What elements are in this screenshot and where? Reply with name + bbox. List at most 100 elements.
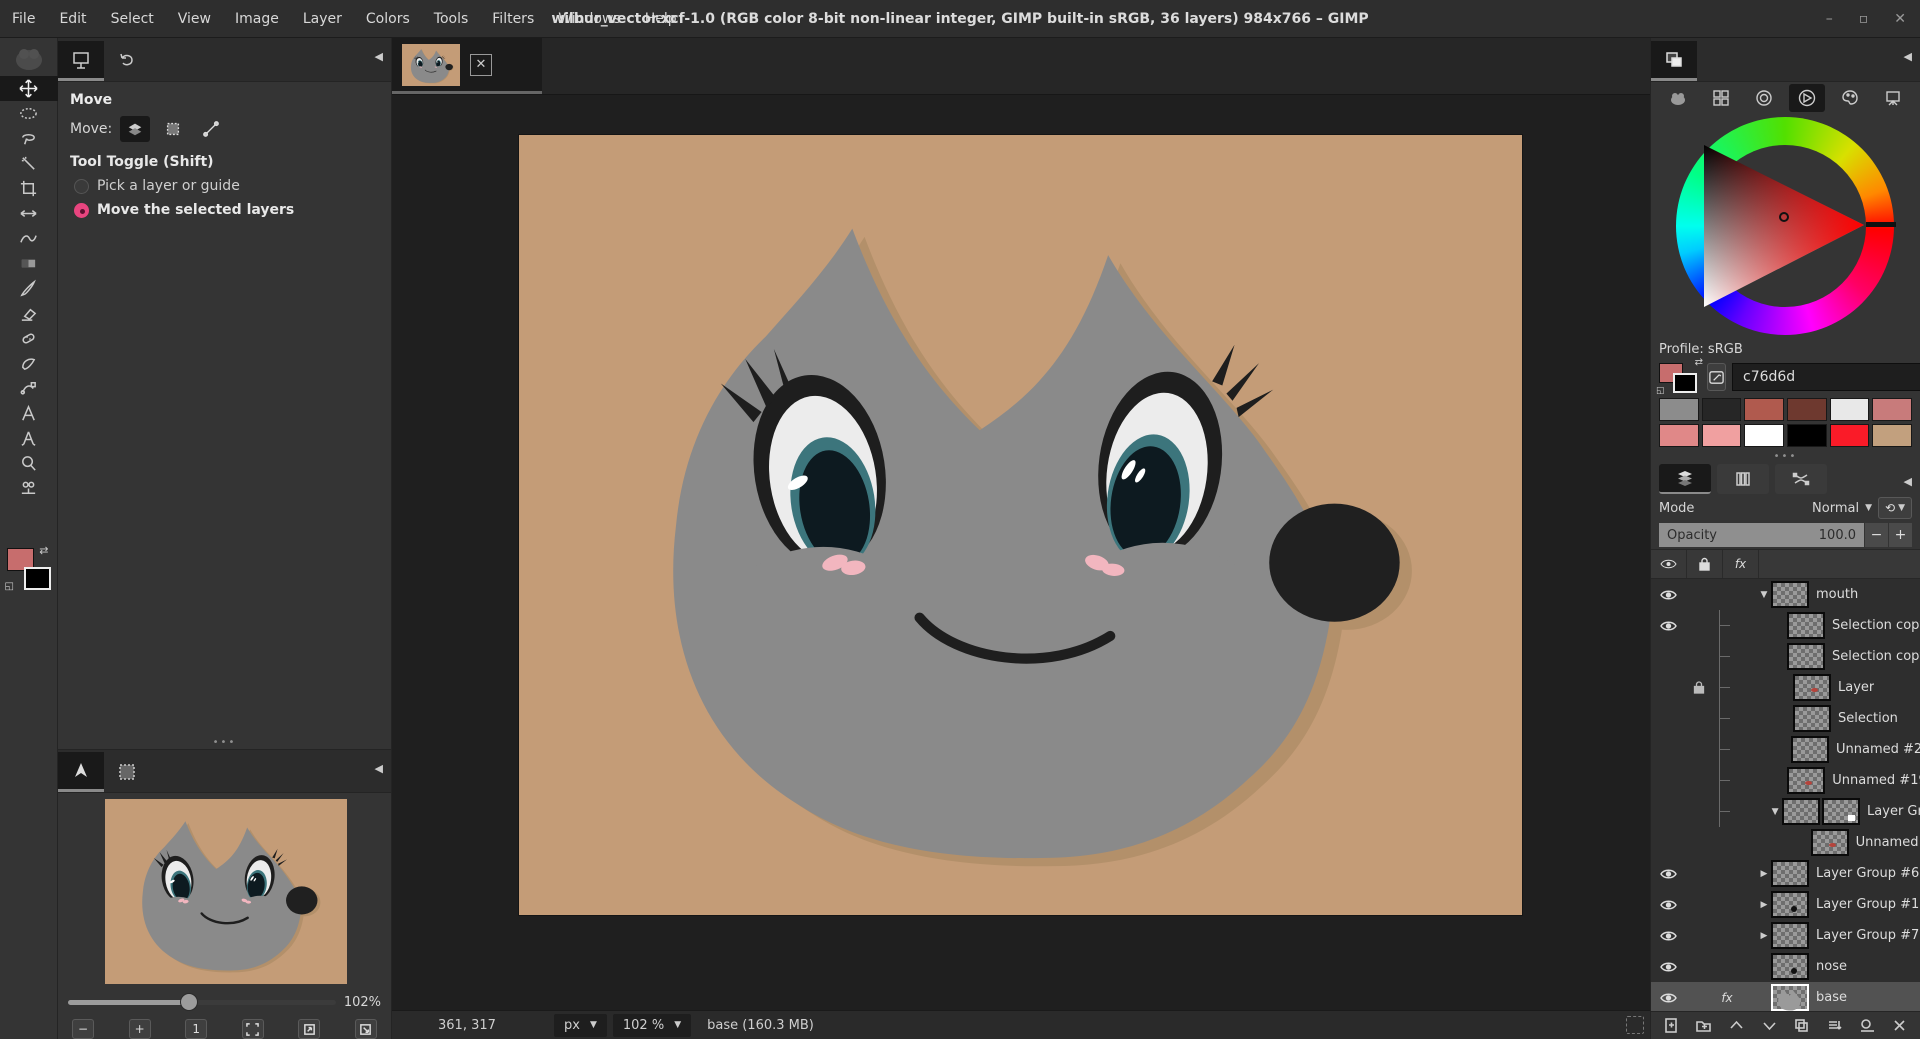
visibility-eye-icon[interactable]	[1651, 992, 1685, 1004]
zoom-100-button[interactable]: 1	[185, 1019, 207, 1039]
tab-paths[interactable]	[1775, 464, 1827, 494]
background-color[interactable]	[24, 567, 51, 590]
new-group-button[interactable]	[1691, 1014, 1717, 1038]
tool-zoom[interactable]	[0, 451, 58, 476]
dock-resize-handle[interactable]: •••	[58, 737, 391, 749]
tab-pointer[interactable]	[58, 752, 104, 792]
zoom-out-button[interactable]: −	[72, 1019, 94, 1039]
new-layer-button[interactable]	[1658, 1014, 1684, 1038]
dock-resize-handle[interactable]: •••	[1651, 451, 1920, 463]
maximize-button[interactable]: ▫	[1859, 11, 1869, 27]
tab-fg-bg-color[interactable]	[1651, 41, 1697, 81]
history-swatch[interactable]	[1787, 398, 1827, 421]
menu-image[interactable]: Image	[223, 2, 291, 36]
fit-image-button[interactable]	[242, 1019, 264, 1039]
layer-thumbnail[interactable]	[1793, 674, 1831, 701]
zoom-dropdown[interactable]: 102 %▼	[613, 1014, 691, 1037]
layer-thumbnail[interactable]	[1771, 860, 1809, 887]
layer-thumbnail[interactable]	[1771, 891, 1809, 918]
layer-thumbnail[interactable]	[1771, 953, 1809, 980]
history-swatch[interactable]	[1872, 424, 1912, 447]
delete-layer-button[interactable]	[1887, 1014, 1913, 1038]
radio-move-selected[interactable]	[74, 203, 89, 218]
close-image-icon[interactable]: ✕	[470, 54, 492, 76]
canvas-viewport[interactable]	[392, 95, 1650, 1010]
add-mask-button[interactable]	[1854, 1014, 1880, 1038]
menu-file[interactable]: File	[0, 2, 47, 36]
shrink-wrap-button[interactable]	[355, 1019, 377, 1039]
image-tab[interactable]: ✕	[392, 38, 542, 94]
layer-row-unnamed-19[interactable]: Unnamed #19	[1651, 765, 1920, 796]
visibility-eye-icon[interactable]	[1651, 868, 1685, 880]
tool-fuzzy-select[interactable]	[0, 151, 58, 176]
collapse-layers-dock-icon[interactable]: ◀	[1904, 475, 1912, 488]
tool-gradient[interactable]	[0, 251, 58, 276]
mode-value[interactable]: Normal	[1812, 501, 1859, 516]
tool-text[interactable]	[0, 401, 58, 426]
history-swatch[interactable]	[1787, 424, 1827, 447]
layer-thumbnail[interactable]	[1782, 798, 1820, 825]
gimp-selector-icon[interactable]	[1660, 84, 1696, 112]
easel-selector-icon[interactable]	[1875, 84, 1911, 112]
tool-crop[interactable]	[0, 176, 58, 201]
swap-colors-icon[interactable]: ⇄	[39, 544, 48, 557]
foreground-background-swatches[interactable]: ⇄ ◱	[7, 546, 51, 590]
layer-row-selection-copy-1[interactable]: Selection copy	[1651, 610, 1920, 641]
fill-window-button[interactable]	[298, 1019, 320, 1039]
history-swatch[interactable]	[1872, 398, 1912, 421]
opacity-increase-button[interactable]: +	[1888, 523, 1912, 547]
hex-color-input[interactable]	[1732, 363, 1920, 391]
palette-selector-icon[interactable]	[1832, 84, 1868, 112]
visibility-eye-icon[interactable]	[1651, 899, 1685, 911]
layer-row-unnamed-2[interactable]: Unnamed #2	[1651, 734, 1920, 765]
history-swatch[interactable]	[1744, 424, 1784, 447]
layer-row-base[interactable]: fx base	[1651, 982, 1920, 1011]
layer-thumbnail[interactable]	[1771, 581, 1809, 608]
tool-paintbrush[interactable]	[0, 276, 58, 301]
close-button[interactable]: ✕	[1894, 11, 1906, 27]
tool-free-select[interactable]	[0, 126, 58, 151]
collapse-left-dock-icon[interactable]: ◀	[375, 50, 383, 63]
tab-undo-history[interactable]	[104, 41, 150, 81]
layer-row-layer-group-7[interactable]: ▶ Layer Group #7	[1651, 920, 1920, 951]
layer-thumbnail[interactable]	[1787, 612, 1825, 639]
color-wheel[interactable]	[1651, 114, 1920, 340]
layer-thumbnail[interactable]	[1787, 643, 1825, 670]
tab-channels[interactable]	[1717, 464, 1769, 494]
layer-row-selection-copy-2[interactable]: Selection copy	[1651, 641, 1920, 672]
tool-clone[interactable]	[0, 326, 58, 351]
unit-dropdown[interactable]: px▼	[554, 1014, 607, 1037]
history-swatch[interactable]	[1659, 398, 1699, 421]
layer-thumbnail[interactable]	[1771, 922, 1809, 949]
menu-colors[interactable]: Colors	[354, 2, 422, 36]
alpha-lock-icon[interactable]	[1685, 681, 1713, 694]
opacity-slider[interactable]: Opacity 100.0 − +	[1659, 523, 1912, 547]
move-layer-button[interactable]	[120, 116, 150, 142]
menu-filters[interactable]: Filters	[480, 2, 546, 36]
layer-row-selection[interactable]: Selection	[1651, 703, 1920, 734]
background-swatch[interactable]	[1673, 373, 1697, 393]
menu-windows[interactable]: Windows	[546, 2, 633, 36]
layer-thumbnail[interactable]	[1787, 767, 1825, 794]
swap-colors-icon[interactable]: ⇄	[1695, 357, 1703, 368]
collapse-nav-dock-icon[interactable]: ◀	[375, 762, 383, 775]
visibility-eye-icon[interactable]	[1651, 589, 1685, 601]
lower-layer-button[interactable]	[1756, 1014, 1782, 1038]
menu-layer[interactable]: Layer	[291, 2, 354, 36]
layer-thumbnail[interactable]	[1771, 984, 1809, 1011]
menu-select[interactable]: Select	[99, 2, 166, 36]
default-colors-icon[interactable]: ◱	[5, 581, 14, 592]
layer-thumbnail[interactable]	[1811, 829, 1849, 856]
navigation-thumbnail[interactable]	[105, 799, 347, 984]
minimize-button[interactable]: –	[1826, 11, 1833, 27]
nav-preview-toggle-icon[interactable]	[1626, 1016, 1644, 1034]
menu-help[interactable]: Help	[633, 2, 689, 36]
tool-move[interactable]	[0, 76, 58, 101]
history-swatch[interactable]	[1702, 398, 1742, 421]
opacity-decrease-button[interactable]: −	[1864, 523, 1888, 547]
raise-layer-button[interactable]	[1724, 1014, 1750, 1038]
expander-closed-icon[interactable]: ▶	[1757, 900, 1771, 910]
tool-ellipse-select[interactable]	[0, 101, 58, 126]
nav-zoom-slider-handle[interactable]	[180, 993, 198, 1011]
visibility-column-icon[interactable]	[1651, 550, 1687, 578]
